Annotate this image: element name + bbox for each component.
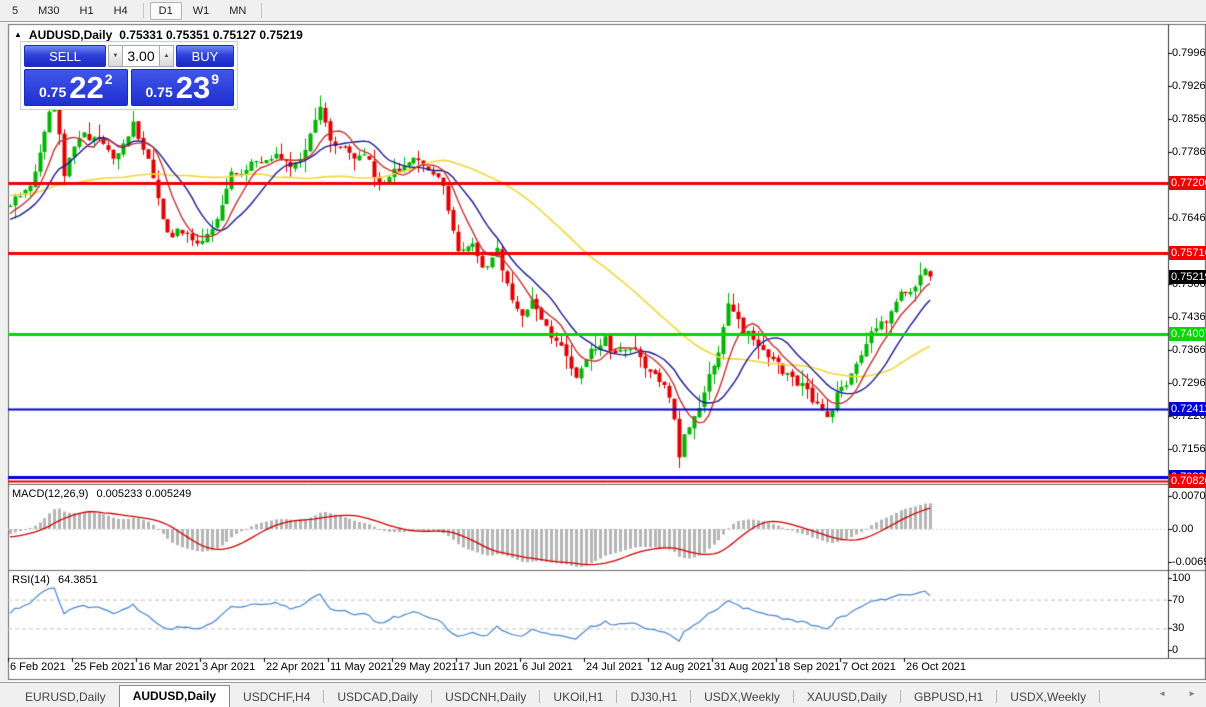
- sell-price-pip: 2: [104, 71, 113, 87]
- timeframe-button-w1[interactable]: W1: [184, 2, 219, 20]
- tab-usdchf-h4[interactable]: USDCHF,H4: [230, 687, 323, 707]
- tab-usdx-weekly[interactable]: USDX,Weekly: [997, 687, 1099, 707]
- timeframe-button-h1[interactable]: H1: [71, 2, 103, 20]
- tab-xauusd-daily[interactable]: XAUUSD,Daily: [794, 687, 900, 707]
- tab-usdcad-daily[interactable]: USDCAD,Daily: [324, 687, 431, 707]
- tab-separator: [1099, 690, 1101, 703]
- buy-price-display[interactable]: 0.75 23 9: [130, 69, 234, 106]
- sell-price-prefix: 0.75: [38, 84, 67, 100]
- timeframe-button-m30[interactable]: M30: [29, 2, 68, 20]
- timeframe-button-d1[interactable]: D1: [149, 1, 182, 20]
- volume-field[interactable]: 3.00: [123, 45, 159, 67]
- terminal-window: 5 M30 H1 H4 D1 W1 MN ▲ AUDUSD,Daily 0.75331 0.…: [0, 0, 1206, 707]
- buy-button[interactable]: BUY: [176, 45, 234, 67]
- tab-usdx-weekly[interactable]: USDX,Weekly: [691, 687, 793, 707]
- toolbar-separator: [261, 3, 263, 18]
- one-click-trade-panel: SELL ▼ 3.00 ▲ BUY 0.75 22 2 0.75 23 9: [20, 41, 238, 110]
- tab-eurusd-daily[interactable]: EURUSD,Daily: [12, 687, 119, 707]
- tab-scroll-right-icon[interactable]: ►: [1188, 689, 1196, 698]
- sell-price-main: 22: [69, 70, 104, 105]
- timeframe-button-h4[interactable]: H4: [105, 2, 137, 20]
- sell-button[interactable]: SELL: [24, 45, 106, 67]
- timeframe-toolbar: 5 M30 H1 H4 D1 W1 MN: [0, 0, 1206, 22]
- symbol-tabbar: EURUSD,Daily AUDUSD,Daily USDCHF,H4 USDCAD,…: [0, 682, 1206, 707]
- timeframe-button-5[interactable]: 5: [3, 2, 27, 20]
- volume-stepper: ▼ 3.00 ▲: [108, 45, 174, 67]
- buy-price-prefix: 0.75: [145, 84, 173, 100]
- volume-decrease-icon[interactable]: ▼: [108, 45, 123, 67]
- tab-gbpusd-h1[interactable]: GBPUSD,H1: [901, 687, 996, 707]
- tab-scroll-left-icon[interactable]: ◄: [1158, 689, 1166, 698]
- tab-usdcnh-daily[interactable]: USDCNH,Daily: [432, 687, 539, 707]
- tabbar-scroll-arrows: ◄ ►: [1158, 689, 1196, 698]
- tab-audusd-daily[interactable]: AUDUSD,Daily: [118, 685, 231, 707]
- sell-price-display[interactable]: 0.75 22 2: [24, 69, 128, 106]
- buy-price-main: 23: [175, 70, 211, 105]
- tab-ukoil-h1[interactable]: UKOil,H1: [540, 687, 616, 707]
- timeframe-button-mn[interactable]: MN: [220, 2, 255, 20]
- toolbar-separator: [142, 3, 144, 18]
- tab-dj30-h1[interactable]: DJ30,H1: [617, 687, 690, 707]
- buy-price-pip: 9: [211, 71, 220, 87]
- volume-increase-icon[interactable]: ▲: [159, 45, 174, 67]
